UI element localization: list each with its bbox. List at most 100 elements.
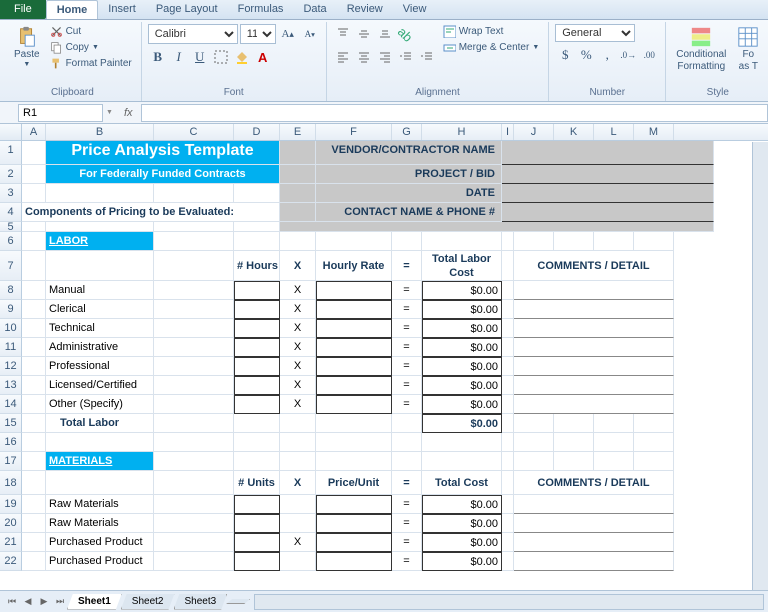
row-header[interactable]: 5 [0, 222, 22, 232]
formula-bar[interactable] [141, 104, 768, 122]
col-header[interactable]: A [22, 124, 46, 140]
col-header[interactable]: G [392, 124, 422, 140]
row-header[interactable]: 14 [0, 395, 22, 414]
col-header[interactable]: K [554, 124, 594, 140]
tab-page-layout[interactable]: Page Layout [146, 0, 228, 19]
currency-button[interactable]: $ [555, 45, 575, 65]
tab-insert[interactable]: Insert [98, 0, 146, 19]
comment-input[interactable] [514, 514, 674, 533]
comment-input[interactable] [514, 338, 674, 357]
bold-button[interactable]: B [148, 47, 168, 67]
price-input[interactable] [316, 514, 392, 533]
row-header[interactable]: 12 [0, 357, 22, 376]
align-center-button[interactable] [354, 47, 374, 67]
cost-output[interactable]: $0.00 [422, 319, 502, 338]
date-input[interactable] [502, 184, 714, 203]
tab-nav-prev[interactable]: ◀ [20, 594, 36, 610]
rate-input[interactable] [316, 300, 392, 319]
tab-nav-next[interactable]: ▶ [36, 594, 52, 610]
cut-button[interactable]: Cut [47, 24, 135, 39]
tab-nav-last[interactable]: ⏭ [52, 594, 68, 610]
row-header[interactable]: 10 [0, 319, 22, 338]
comment-input[interactable] [514, 376, 674, 395]
row-header[interactable]: 7 [0, 251, 22, 281]
font-color-button[interactable]: A [253, 47, 273, 67]
col-header[interactable]: M [634, 124, 674, 140]
fill-color-button[interactable] [232, 47, 252, 67]
cost-output[interactable]: $0.00 [422, 552, 502, 571]
units-input[interactable] [234, 552, 280, 571]
title-cell[interactable]: Price Analysis Template [46, 141, 280, 165]
align-left-button[interactable] [333, 47, 353, 67]
format-painter-button[interactable]: Format Painter [47, 56, 135, 71]
increase-font-button[interactable]: A▴ [278, 24, 298, 44]
border-button[interactable] [211, 47, 231, 67]
row-header[interactable]: 16 [0, 433, 22, 452]
comment-input[interactable] [514, 357, 674, 376]
contact-input[interactable] [502, 203, 714, 222]
horizontal-scrollbar[interactable] [254, 594, 764, 610]
rate-input[interactable] [316, 357, 392, 376]
conditional-formatting-button[interactable]: ConditionalFormatting [672, 24, 730, 74]
hours-input[interactable] [234, 319, 280, 338]
cost-output[interactable]: $0.00 [422, 338, 502, 357]
hours-input[interactable] [234, 357, 280, 376]
tab-data[interactable]: Data [293, 0, 336, 19]
decrease-font-button[interactable]: A▾ [300, 24, 320, 44]
decrease-indent-button[interactable] [396, 47, 416, 67]
row-header[interactable]: 13 [0, 376, 22, 395]
italic-button[interactable]: I [169, 47, 189, 67]
cost-output[interactable]: $0.00 [422, 300, 502, 319]
units-input[interactable] [234, 533, 280, 552]
file-tab[interactable]: File [0, 0, 46, 19]
copy-button[interactable]: Copy ▼ [47, 40, 135, 55]
project-input[interactable] [502, 165, 714, 184]
rate-input[interactable] [316, 395, 392, 414]
spreadsheet-grid[interactable]: A B C D E F G H I J K L M 1 Price Analys… [0, 124, 768, 571]
price-input[interactable] [316, 552, 392, 571]
increase-indent-button[interactable] [417, 47, 437, 67]
sheet-tab-3[interactable]: Sheet3 [174, 594, 228, 610]
tab-home[interactable]: Home [46, 0, 99, 19]
col-header[interactable]: L [594, 124, 634, 140]
rate-input[interactable] [316, 338, 392, 357]
row-header[interactable]: 21 [0, 533, 22, 552]
col-header[interactable]: C [154, 124, 234, 140]
vendor-input[interactable] [502, 141, 714, 165]
col-header[interactable]: D [234, 124, 280, 140]
rate-input[interactable] [316, 281, 392, 300]
col-header[interactable]: E [280, 124, 316, 140]
merge-center-button[interactable]: Merge & Center ▼ [440, 40, 543, 55]
row-header[interactable]: 17 [0, 452, 22, 471]
hours-input[interactable] [234, 281, 280, 300]
comment-input[interactable] [514, 552, 674, 571]
tab-nav-first[interactable]: ⏮ [4, 594, 20, 610]
select-all-corner[interactable] [0, 124, 22, 140]
row-header[interactable]: 1 [0, 141, 22, 165]
hours-input[interactable] [234, 376, 280, 395]
comment-input[interactable] [514, 533, 674, 552]
vertical-scrollbar[interactable] [752, 142, 768, 590]
cost-output[interactable]: $0.00 [422, 281, 502, 300]
tab-review[interactable]: Review [337, 0, 393, 19]
cost-output[interactable]: $0.00 [422, 514, 502, 533]
price-input[interactable] [316, 533, 392, 552]
row-header[interactable]: 2 [0, 165, 22, 184]
cost-output[interactable]: $0.00 [422, 357, 502, 376]
wrap-text-button[interactable]: Wrap Text [440, 24, 543, 39]
cost-output[interactable]: $0.00 [422, 533, 502, 552]
paste-button[interactable]: Paste▼ [10, 24, 44, 70]
col-header[interactable]: H [422, 124, 502, 140]
comment-input[interactable] [514, 281, 674, 300]
cost-output[interactable]: $0.00 [422, 395, 502, 414]
align-top-button[interactable] [333, 24, 353, 44]
align-right-button[interactable] [375, 47, 395, 67]
new-sheet-tab[interactable] [226, 599, 250, 604]
percent-button[interactable]: % [576, 45, 596, 65]
number-format-select[interactable]: General [555, 24, 635, 42]
format-as-table-button[interactable]: Foas T [733, 24, 763, 74]
row-header[interactable]: 19 [0, 495, 22, 514]
units-input[interactable] [234, 495, 280, 514]
comment-input[interactable] [514, 395, 674, 414]
decrease-decimal-button[interactable]: .00 [639, 45, 659, 65]
